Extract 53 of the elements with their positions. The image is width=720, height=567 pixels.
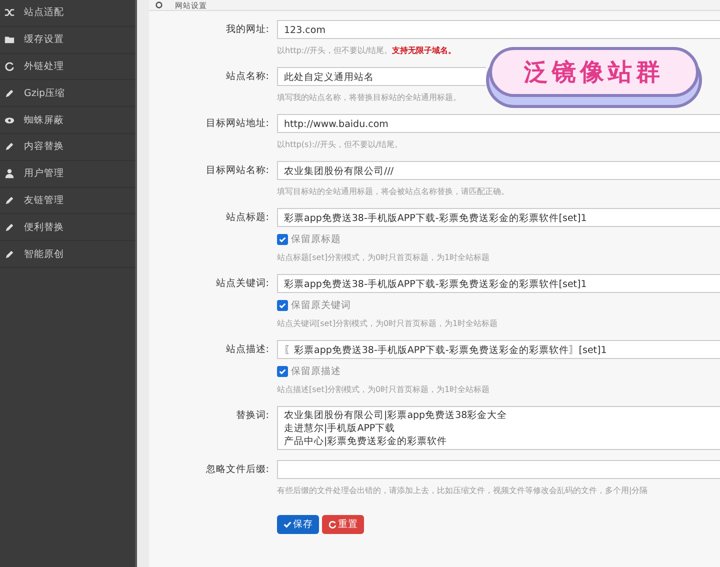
field-label: 忽略文件后缀: xyxy=(204,463,270,477)
text-area[interactable]: 农业集团股份有限公司|彩票app免费送38彩金大全 走进慧尔|手机版APP下载 产品中心|彩票免费送彩金的彩票软件 xyxy=(277,406,720,450)
field-label: 站点标题: xyxy=(224,211,270,225)
refresh-icon xyxy=(4,60,15,72)
shuffle-icon xyxy=(4,7,15,18)
input-field[interactable]: 此处自定义通用站名 xyxy=(277,67,486,86)
check-icon xyxy=(278,367,287,376)
field-label: 目标网站地址: xyxy=(204,117,270,131)
pencil-icon xyxy=(4,141,15,152)
sidebar-item[interactable]: 缓存设置 xyxy=(0,26,135,54)
pencil-icon xyxy=(4,222,15,233)
reset-button[interactable]: 重置 xyxy=(322,515,364,534)
input-field[interactable]: 农业集团股份有限公司/// xyxy=(277,161,720,180)
sidebar-item[interactable]: 外链处理 xyxy=(0,54,135,80)
help-text: 站点关键词[set]分割模式，为0时只首页标题，为1时全站标题 xyxy=(277,318,499,330)
sidebar-item[interactable]: 智能原创 xyxy=(0,241,135,268)
refresh-icon xyxy=(328,520,337,529)
sidebar-item[interactable]: 内容替换 xyxy=(0,134,135,161)
field-label: 我的网址: xyxy=(224,23,270,37)
sidebar-item[interactable]: Gzip压缩 xyxy=(0,80,135,108)
input-field[interactable]: http://www.baidu.com xyxy=(277,114,720,133)
check-icon xyxy=(278,235,287,244)
help-text: 填写我的站点名称，将替换目标站的全站通用标题。 xyxy=(277,92,462,104)
help-text: 站点描述[set]分割模式，为0时只首页标题，为1时全站标题 xyxy=(277,384,491,396)
field-label: 目标网站名称: xyxy=(204,164,270,178)
check-icon xyxy=(283,520,292,529)
help-text: 填写目标站的全站通用标题，将会被站点名称替换，请匹配正确。 xyxy=(277,186,510,198)
input-field[interactable]: 〖彩票app免费送38-手机版APP下载-彩票免费送彩金的彩票软件〗[set]1 xyxy=(277,340,720,359)
save-button[interactable]: 保存 xyxy=(277,515,319,534)
field-label: 站点名称: xyxy=(224,70,270,84)
user-icon xyxy=(4,168,15,180)
input-field[interactable]: 彩票app免费送38-手机版APP下载-彩票免费送彩金的彩票软件[set]1 xyxy=(277,208,720,227)
input-field[interactable]: 123.com xyxy=(277,20,720,39)
check-icon xyxy=(278,301,287,310)
help-text: 站点标题[set]分割模式，为0时只首页标题，为1时全站标题 xyxy=(277,252,491,264)
input-field[interactable]: 彩票app免费送38-手机版APP下载-彩票免费送彩金的彩票软件[set]1 xyxy=(277,274,720,293)
field-label: 替换词: xyxy=(234,409,270,423)
field-label: 站点关键词: xyxy=(214,277,270,291)
input-field[interactable] xyxy=(277,460,720,479)
pencil-icon xyxy=(4,248,15,260)
folder-icon xyxy=(4,34,15,46)
eye-icon xyxy=(4,114,15,126)
help-text: 有些后缀的文件处理会出错的，请添加上去，比如压缩文件，视频文件等修改会乱码的文件，多个用|分隔 xyxy=(277,485,649,497)
sidebar-item[interactable]: 便利替换 xyxy=(0,214,135,242)
help-text: 以http://开头，但不要以/结尾。支持无限子域名。 xyxy=(277,45,458,57)
help-text: 以http(s)://开头，但不要以/结尾。 xyxy=(277,139,404,151)
pencil-icon xyxy=(4,194,15,206)
sidebar-item[interactable]: 站点适配 xyxy=(0,0,135,27)
field-label: 站点描述: xyxy=(224,343,270,357)
sidebar-item[interactable]: 蜘蛛屏蔽 xyxy=(0,107,135,134)
sidebar-item[interactable]: 用户管理 xyxy=(0,160,135,188)
sidebar-item[interactable]: 友链管理 xyxy=(0,188,135,214)
pencil-icon xyxy=(4,88,15,99)
